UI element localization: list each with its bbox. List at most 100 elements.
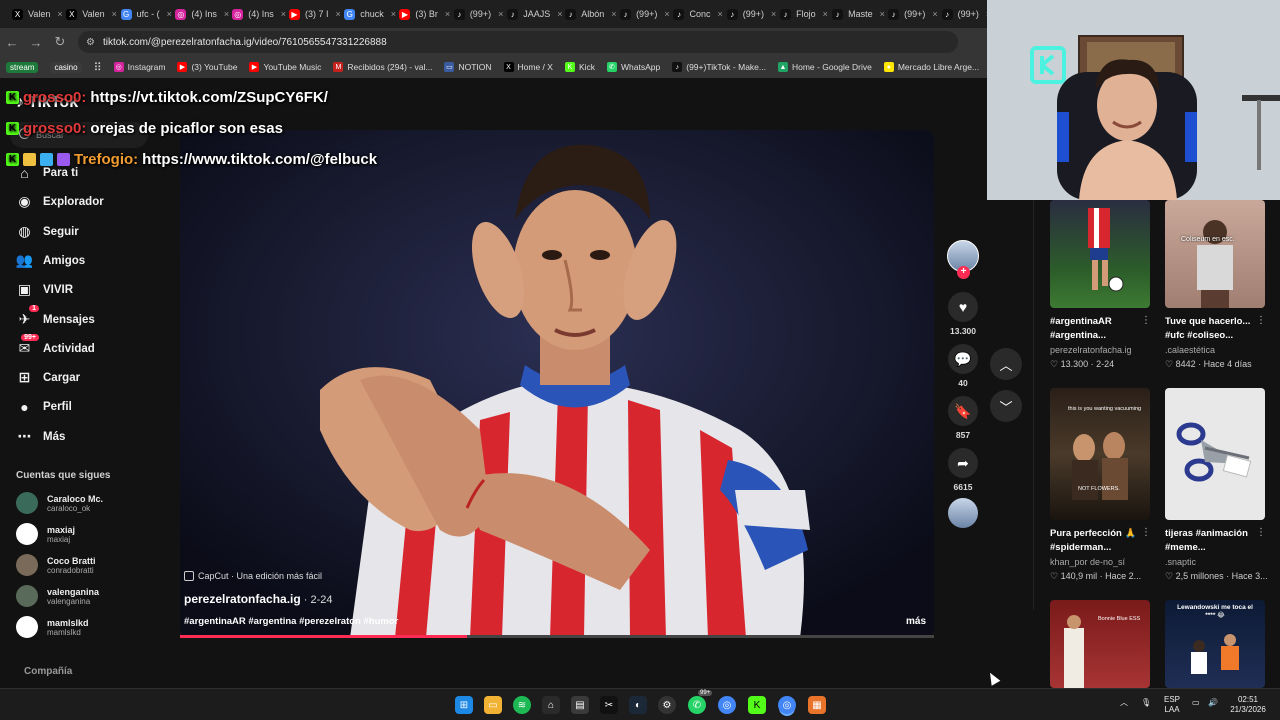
video-player[interactable] <box>180 130 934 638</box>
bookmark-item[interactable]: ✆ WhatsApp <box>607 62 660 72</box>
following-account[interactable]: maxiaj maxiaj <box>16 523 75 545</box>
related-thumb-4[interactable] <box>1165 388 1265 520</box>
related-author-4[interactable]: .snaptic <box>1165 557 1196 567</box>
store-icon[interactable]: ⌂ <box>542 696 560 714</box>
comment-icon[interactable]: 💬 <box>948 344 978 374</box>
related-author-1[interactable]: perezelratonfacha.ig <box>1050 345 1132 355</box>
related-thumb-6[interactable]: Lewandowski me toca el **** 😂 <box>1165 600 1265 688</box>
microphone-icon[interactable]: 🎙 <box>1141 698 1151 708</box>
sidebar-item-following[interactable]: ◍ Seguir <box>16 223 78 240</box>
start-icon[interactable]: ⊞ <box>455 696 473 714</box>
bookmark-item[interactable]: ♪ (99+)TikTok - Make... <box>672 62 766 72</box>
bookmark-item[interactable]: X Home / X <box>503 62 553 72</box>
more-button[interactable]: más <box>906 616 926 627</box>
related-thumb-3[interactable]: this is you wanting vacuuming NOT FLOWER… <box>1050 388 1150 520</box>
sidebar-item-upload[interactable]: ⊞ Cargar <box>16 369 80 386</box>
footer-company[interactable]: Compañía <box>24 666 72 677</box>
sidebar-item-live[interactable]: ▣ VIVIR <box>16 281 73 298</box>
steam-icon[interactable]: ◐ <box>629 696 647 714</box>
sidebar-item-compass[interactable]: ◉ Explorador <box>16 193 103 210</box>
bookmark-item[interactable]: casino <box>50 61 82 73</box>
music-disc[interactable] <box>948 498 978 528</box>
browser-tab[interactable]: ♪(99+)× <box>448 3 503 25</box>
related-caption-4[interactable]: tijeras #animación #meme... <box>1165 527 1269 555</box>
music-disc-icon[interactable] <box>948 498 978 528</box>
browser-tab[interactable]: X Valen × <box>6 3 63 25</box>
comment-action[interactable]: 💬 40 <box>948 344 978 388</box>
more-options-icon[interactable]: ⋮ <box>1141 315 1151 326</box>
more-options-icon[interactable]: ⋮ <box>1256 315 1266 326</box>
share-icon[interactable]: ➦ <box>948 448 978 478</box>
bookmark-item[interactable]: M Recibidos (294) - val... <box>333 62 432 72</box>
bookmark-icon[interactable]: 🔖 <box>948 396 978 426</box>
related-thumb-2[interactable]: Coliseum en esc. <box>1165 200 1265 308</box>
following-account[interactable]: valenganina valenganina <box>16 585 99 607</box>
chrome-icon[interactable]: ◎ <box>718 696 736 714</box>
spotify-icon[interactable]: ≋ <box>513 696 531 714</box>
related-caption-3[interactable]: Pura perfección 🙏 #spiderman... <box>1050 527 1154 555</box>
kick-icon[interactable]: K <box>748 696 766 714</box>
following-account[interactable]: Caraloco Mc. caraloco_ok <box>16 492 103 514</box>
share-action[interactable]: ➦ 6615 <box>948 448 978 492</box>
save-action[interactable]: 🔖 857 <box>948 396 978 440</box>
related-thumb-1[interactable] <box>1050 200 1150 308</box>
related-caption-1[interactable]: #argentinaAR #argentina... <box>1050 315 1154 343</box>
browser-tab[interactable]: ♪(99+)× <box>936 3 987 25</box>
app-orange-icon[interactable]: ▦ <box>808 696 826 714</box>
follow-plus-icon[interactable]: + <box>957 266 970 279</box>
bookmark-item[interactable]: ● Mercado Libre Arge... <box>883 62 979 72</box>
browser-tab[interactable]: ◎ (4) Ins × <box>169 3 229 25</box>
browser-tab[interactable]: ♪ Albón × <box>559 3 617 25</box>
browser-tab[interactable]: ♪ Conc × <box>667 3 723 25</box>
related-caption-2[interactable]: Tuve que hacerlo... #ufc #coliseo... <box>1165 315 1269 343</box>
sidebar-item-more[interactable]: ⋯ Más <box>16 428 66 445</box>
like-action[interactable]: ♥ 13.300 <box>948 292 978 336</box>
browser-tab[interactable]: X Valen × <box>60 3 117 25</box>
volume-icon[interactable]: 🔊 <box>1208 698 1218 708</box>
related-author-3[interactable]: khan_por de-no_sí <box>1050 557 1125 567</box>
capcut-label[interactable]: CapCut · Una edición más fácil <box>184 571 322 581</box>
bookmark-item[interactable]: ▲ Home - Google Drive <box>777 62 872 72</box>
video-author[interactable]: perezelratonfacha.ig · 2-24 <box>184 592 333 606</box>
app-icon[interactable]: ▤ <box>571 696 589 714</box>
sidebar-item-inbox[interactable]: ✈ 1 Mensajes <box>16 305 95 328</box>
apps-grid-icon[interactable]: ⠿ <box>94 61 102 74</box>
monitor-icon[interactable]: ▭ <box>1192 698 1200 708</box>
browser-tab[interactable]: ♪(99+)× <box>614 3 670 25</box>
browser-tab[interactable]: Gchuck × <box>338 3 396 25</box>
browser-tab[interactable]: ♪(99+)× <box>882 3 938 25</box>
browser-tab[interactable]: ▶ (3) 7 I × <box>283 3 341 25</box>
video-progress-bar[interactable] <box>180 635 934 638</box>
bookmark-item[interactable]: stream <box>6 61 39 73</box>
sidebar-item-activity[interactable]: ✉ 99+ Actividad <box>16 334 95 357</box>
bookmark-item[interactable]: ▶ (3) YouTube <box>177 62 237 72</box>
browser-tab[interactable]: Gufc - (× <box>115 3 172 25</box>
settings-icon[interactable]: ⚙ <box>658 696 676 714</box>
whatsapp-icon[interactable]: ✆ 99+ <box>688 690 713 714</box>
related-author-2[interactable]: .calaestética <box>1165 345 1215 355</box>
following-account[interactable]: Coco Bratti conradobratti <box>16 554 96 576</box>
sidebar-item-profile[interactable]: ● Perfil <box>16 398 72 415</box>
sidebar-item-friends[interactable]: 👥 Amigos <box>16 252 85 269</box>
capcut-app-icon[interactable]: ✂ <box>600 696 618 714</box>
browser-tab[interactable]: ♪ Flojo × <box>774 3 828 25</box>
reload-icon[interactable]: ↻ <box>48 34 72 50</box>
previous-video-button[interactable]: ︿ <box>990 348 1022 380</box>
more-options-icon[interactable]: ⋮ <box>1141 527 1151 538</box>
chrome-active-icon[interactable]: ◎ <box>778 696 796 714</box>
bookmark-item[interactable]: ◎ Instagram <box>113 62 165 72</box>
heart-icon[interactable]: ♥ <box>948 292 978 322</box>
tray-chevron-icon[interactable]: ︿ <box>1120 698 1128 708</box>
bookmark-item[interactable]: K Kick <box>564 62 595 72</box>
browser-tab[interactable]: ◎ (4) Ins × <box>226 3 286 25</box>
more-options-icon[interactable]: ⋮ <box>1256 527 1266 538</box>
site-info-icon[interactable]: ⚙ <box>86 37 95 48</box>
browser-tab[interactable]: ♪(99+)× <box>721 3 776 25</box>
browser-tab[interactable]: ♪ JAAJS × <box>501 3 563 25</box>
video-hashtags[interactable]: #argentinaAR #argentina #perezelraton #h… <box>184 616 398 627</box>
forward-icon[interactable]: → <box>24 35 48 50</box>
bookmark-item[interactable]: ▭ NOTION <box>444 62 492 72</box>
following-account[interactable]: mamlslkd mamlslkd <box>16 616 89 638</box>
address-bar[interactable]: ⚙ tiktok.com/@perezelratonfacha.ig/video… <box>78 31 958 53</box>
clock[interactable]: 02:51 21/3/2026 <box>1226 695 1270 715</box>
